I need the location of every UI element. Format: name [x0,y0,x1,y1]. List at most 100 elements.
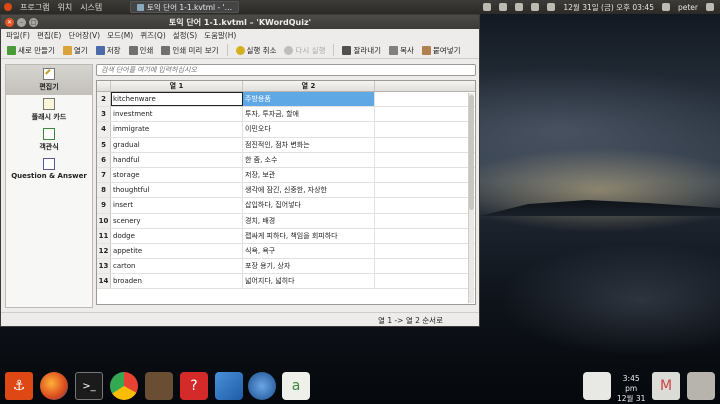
user-name[interactable]: peter [678,3,698,12]
speaker-icon[interactable] [145,372,173,400]
sidebar-item-editor[interactable]: 편집기 [6,65,92,95]
cell-column-1[interactable]: investment [111,107,243,122]
print-button[interactable]: 인쇄 [126,44,157,57]
help-icon[interactable]: ? [180,372,208,400]
save-button[interactable]: 저장 [93,44,124,57]
new-button[interactable]: 새로 만들기 [4,44,58,57]
volume-icon[interactable] [547,3,556,11]
row-number[interactable]: 6 [97,152,111,167]
close-button[interactable]: ✕ [5,17,14,27]
keyboard-icon[interactable] [483,3,492,11]
cell-column-2[interactable]: 넓어지다, 넓히다 [243,274,375,289]
menu-mode[interactable]: 모드(M) [107,30,133,41]
panel-clock[interactable]: 12월 31일 (금) 오후 03:45 [563,2,654,13]
cell-column-2[interactable]: 삽입하다, 집어넣다 [243,198,375,213]
cell-column-1[interactable]: carton [111,259,243,274]
minimize-button[interactable]: – [17,17,26,27]
scrollbar-thumb[interactable] [469,95,474,210]
office-icon[interactable] [215,372,243,400]
row-number[interactable]: 4 [97,122,111,137]
terminal-icon[interactable]: >_ [75,372,103,400]
maximize-button[interactable]: □ [29,17,38,27]
menu-applications[interactable]: 프로그램 [20,2,49,13]
row-number[interactable]: 11 [97,228,111,243]
cell-column-2[interactable]: 식욕, 욕구 [243,243,375,259]
cell-column-1[interactable]: handful [111,152,243,167]
firefox-icon[interactable] [40,372,68,400]
cell-column-1[interactable]: immigrate [111,122,243,137]
column-header-1[interactable]: 열 1 [111,81,243,91]
row-number[interactable]: 9 [97,198,111,213]
chrome-icon[interactable] [110,372,138,400]
vertical-scrollbar[interactable] [468,93,474,303]
cell-column-2[interactable]: 투자, 투자금, 할애 [243,107,375,122]
expand-icon[interactable] [687,372,715,400]
kwordquiz-window: ✕ – □ 토익 단어 1-1.kvtml – 'KWordQuiz' 파일(F… [0,14,480,327]
print-preview-button[interactable]: 인쇄 미리 보기 [158,44,221,57]
cell-column-1[interactable]: insert [111,198,243,213]
trash-icon[interactable] [583,372,611,400]
cell-column-1[interactable]: storage [111,167,243,183]
cell-column-2[interactable]: 잽싸게 피하다, 책임을 회피하다 [243,228,375,243]
window-body: 편집기 플래시 카드 객관식 Question & Answer 열 1 [1,60,479,313]
row-number[interactable]: 14 [97,274,111,289]
row-number[interactable]: 10 [97,213,111,228]
menu-settings[interactable]: 설정(S) [173,30,197,41]
cell-column-2[interactable]: 경치, 배경 [243,213,375,228]
cell-column-2[interactable]: 점진적인, 점차 변화는 [243,137,375,152]
task-button-kwordquiz[interactable]: 토익 단어 1-1.kvtml - '… [130,1,240,13]
menu-places[interactable]: 위치 [57,2,72,13]
cell-column-1[interactable]: appetite [111,243,243,259]
battery-icon[interactable] [531,3,540,11]
menu-system[interactable]: 시스템 [80,2,102,13]
cell-column-1[interactable]: broaden [111,274,243,289]
row-number[interactable]: 2 [97,92,111,107]
gmail-icon[interactable]: M [652,372,680,400]
menu-help[interactable]: 도움말(H) [204,30,236,41]
cut-button[interactable]: 잘라내기 [339,44,384,57]
cell-column-1[interactable]: scenery [111,213,243,228]
open-button[interactable]: 열기 [60,44,91,57]
search-input[interactable] [96,64,476,76]
paste-button[interactable]: 붙여넣기 [419,44,464,57]
font-icon[interactable]: a [282,372,310,400]
globe-icon[interactable] [248,372,276,400]
sidebar-item-question-answer[interactable]: Question & Answer [6,155,92,183]
row-number[interactable]: 3 [97,107,111,122]
menu-vocabulary[interactable]: 단어장(V) [68,30,100,41]
menu-file[interactable]: 파일(F) [6,30,30,41]
sidebar-item-multiple-choice[interactable]: 객관식 [6,125,92,155]
sidebar-item-label: 편집기 [39,83,59,91]
status-bar: 열 1 -> 열 2 순서로 [1,312,479,326]
cell-column-1[interactable]: gradual [111,137,243,152]
cell-column-2[interactable]: 한 줌, 소수 [243,152,375,167]
cell-column-2[interactable]: 포장 용기, 상자 [243,259,375,274]
cell-column-1[interactable]: thoughtful [111,183,243,198]
anchor-launcher-icon[interactable]: ⚓ [5,372,33,400]
row-number-header[interactable] [97,81,111,91]
cell-column-2[interactable]: 저장, 보관 [243,167,375,183]
row-number[interactable]: 5 [97,137,111,152]
copy-button[interactable]: 복사 [386,44,417,57]
network-icon[interactable] [515,3,524,11]
mail-icon[interactable] [499,3,508,11]
redo-button[interactable]: 다시 실행 [281,44,328,57]
window-titlebar[interactable]: ✕ – □ 토익 단어 1-1.kvtml – 'KWordQuiz' [1,15,479,29]
menubar: 파일(F) 편집(E) 단어장(V) 모드(M) 퀴즈(Q) 설정(S) 도움말… [1,29,479,42]
row-number[interactable]: 12 [97,243,111,259]
cell-column-2[interactable]: 주방용품 [243,92,375,107]
power-icon[interactable] [706,3,714,11]
cell-column-1[interactable]: dodge [111,228,243,243]
undo-button[interactable]: 실행 취소 [233,44,280,57]
column-header-2[interactable]: 열 2 [243,81,375,91]
row-number[interactable]: 7 [97,167,111,183]
menu-edit[interactable]: 편집(E) [37,30,61,41]
ubuntu-logo-icon[interactable] [4,3,12,11]
cell-column-2[interactable]: 이민오다 [243,122,375,137]
row-number[interactable]: 13 [97,259,111,274]
sidebar-item-flashcard[interactable]: 플래시 카드 [6,95,92,125]
cell-column-1[interactable]: kitchenware [111,92,243,107]
cell-column-2[interactable]: 생각에 잠긴, 신중한, 자상한 [243,183,375,198]
row-number[interactable]: 8 [97,183,111,198]
menu-quiz[interactable]: 퀴즈(Q) [140,30,166,41]
